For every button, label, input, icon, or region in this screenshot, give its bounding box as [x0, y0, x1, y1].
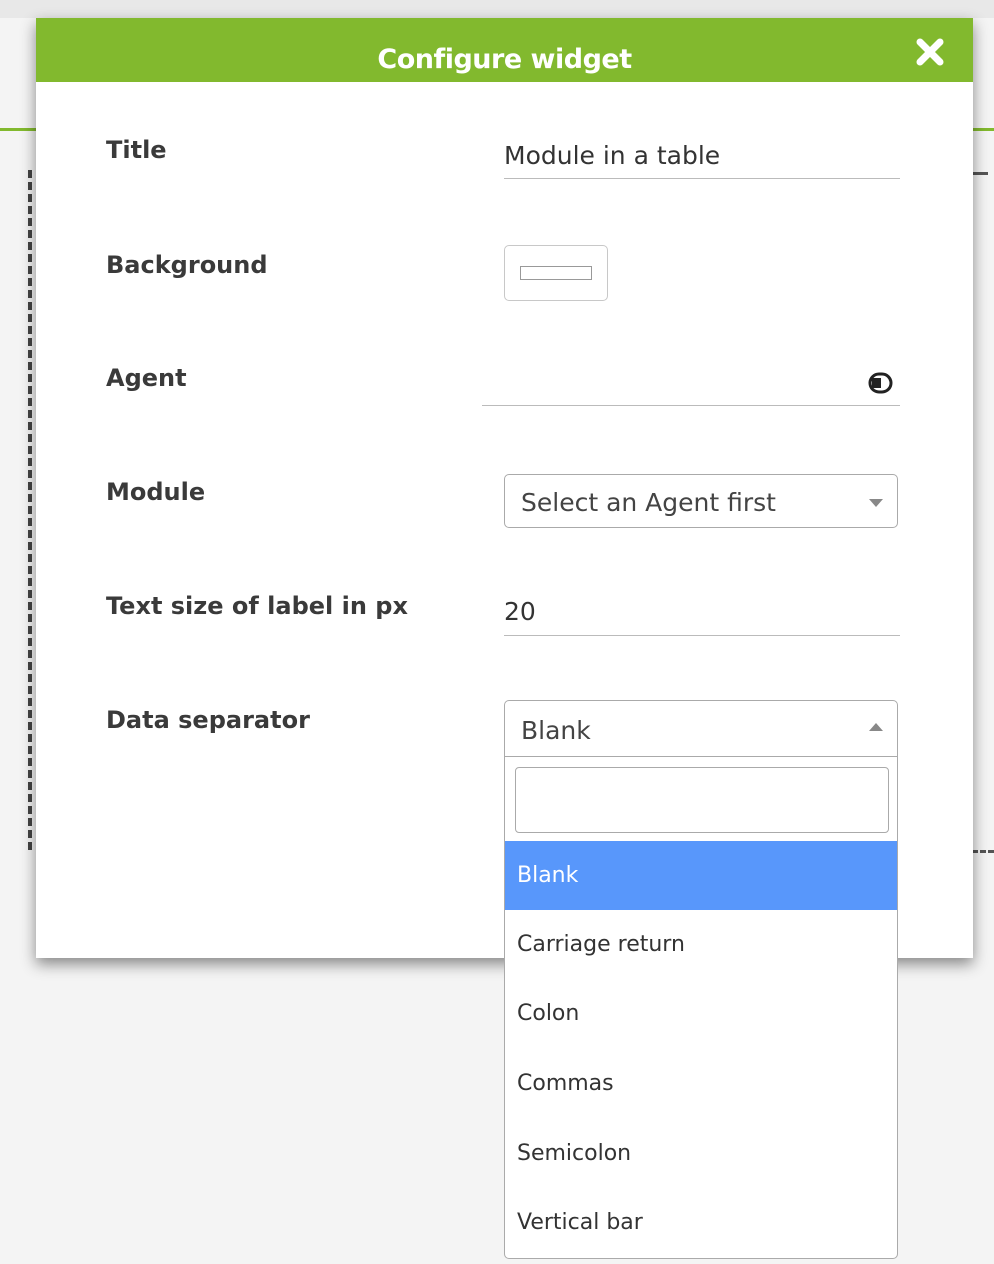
agent-input[interactable]: [482, 360, 900, 406]
background-label: Background: [106, 251, 268, 279]
data-separator-select-value: Blank: [521, 716, 591, 745]
chevron-up-icon: [869, 723, 883, 731]
data-separator-select[interactable]: Blank: [504, 700, 898, 757]
dropdown-search-input[interactable]: [515, 767, 889, 833]
module-label: Module: [106, 478, 206, 506]
color-swatch: [520, 266, 592, 280]
option-vertical-bar[interactable]: Vertical bar: [505, 1188, 897, 1257]
background-color-picker[interactable]: [504, 245, 608, 301]
option-colon[interactable]: Colon: [505, 979, 897, 1048]
option-blank[interactable]: Blank: [505, 841, 897, 910]
module-select[interactable]: Select an Agent first: [504, 474, 898, 528]
agent-label: Agent: [106, 364, 187, 392]
chevron-down-icon: [869, 499, 883, 507]
data-separator-label: Data separator: [106, 706, 310, 734]
text-size-input[interactable]: [504, 588, 900, 636]
option-carriage-return[interactable]: Carriage return: [505, 910, 897, 979]
module-select-value: Select an Agent first: [521, 488, 776, 517]
text-size-label: Text size of label in px: [106, 592, 408, 620]
title-input[interactable]: [504, 133, 900, 179]
option-commas[interactable]: Commas: [505, 1049, 897, 1118]
data-separator-dropdown: Blank Carriage return Colon Commas Semic…: [504, 757, 898, 1259]
widget-dashed-border-bottom: [972, 850, 994, 853]
widget-border-corner: [972, 172, 988, 175]
widget-dashed-border: [28, 170, 32, 850]
option-semicolon[interactable]: Semicolon: [505, 1119, 897, 1188]
close-icon[interactable]: [914, 36, 946, 68]
background-top-bar: [0, 0, 994, 18]
dialog-header: Configure widget: [36, 18, 973, 82]
dialog-title: Configure widget: [377, 44, 632, 75]
title-label: Title: [106, 136, 167, 164]
agent-lookup-icon[interactable]: [868, 372, 894, 394]
